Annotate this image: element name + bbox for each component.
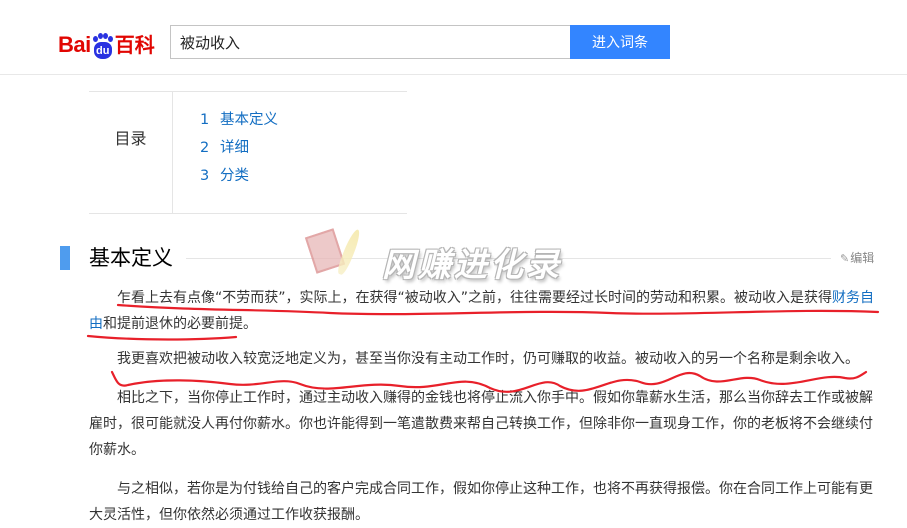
- paw-icon: du: [92, 33, 114, 59]
- paragraph-4: 与之相似，若你是为付钱给自己的客户完成合同工作，假如你停止这种工作，也将不再获得…: [89, 481, 873, 523]
- pencil-icon: ✎: [840, 252, 850, 265]
- logo-baike-text: 百科: [114, 33, 155, 57]
- watermark-text: 网赚进化录: [382, 245, 562, 284]
- edit-button[interactable]: ✎编辑: [840, 249, 874, 268]
- section-title: 基本定义: [89, 246, 173, 270]
- toc-title: 目录: [89, 92, 173, 213]
- toc-item-label: 基本定义: [220, 112, 278, 128]
- edit-label: 编辑: [850, 251, 875, 265]
- toc-item-label: 详细: [220, 140, 249, 156]
- toc-item-number: 3: [200, 168, 210, 184]
- toc-item-number: 1: [200, 112, 210, 128]
- toc-item-basic-definition[interactable]: 1 基本定义: [200, 109, 278, 137]
- paragraph-1: 乍看上去有点像“不劳而获”，实际上，在获得“被动收入”之前，往往需要经过长时间的…: [89, 285, 881, 337]
- section-accent-bar: [60, 246, 70, 270]
- table-of-contents: 目录 1 基本定义 2 详细 3 分类: [89, 91, 407, 214]
- header-bar: Bai du 百科 进入词条: [0, 0, 907, 75]
- toc-item-details[interactable]: 2 详细: [200, 137, 278, 165]
- toc-item-number: 2: [200, 140, 210, 156]
- logo-bai-text: Bai: [58, 32, 91, 57]
- paragraph-1-tail: 和提前退休的必要前提。: [103, 316, 257, 332]
- paragraph-3: 相比之下，当你停止工作时，通过主动收入赚得的金钱也将停止流入你手中。假如你靠薪水…: [89, 390, 873, 458]
- enter-entry-button[interactable]: 进入词条: [570, 25, 670, 59]
- paragraph-1-text: 乍看上去有点像“不劳而获”，实际上，在获得“被动收入”之前，往往需要经过长时间的…: [117, 290, 833, 306]
- toc-item-label: 分类: [220, 168, 249, 184]
- paragraph-2: 我更喜欢把被动收入较宽泛地定义为，甚至当你没有主动工作时，仍可赚取的收益。被动收…: [117, 351, 859, 367]
- baidu-baike-logo[interactable]: Bai du 百科: [58, 27, 155, 59]
- toc-list: 1 基本定义 2 详细 3 分类: [200, 109, 278, 193]
- toc-item-classification[interactable]: 3 分类: [200, 165, 278, 193]
- search-input[interactable]: [170, 25, 570, 59]
- logo-du-text: du: [93, 42, 112, 59]
